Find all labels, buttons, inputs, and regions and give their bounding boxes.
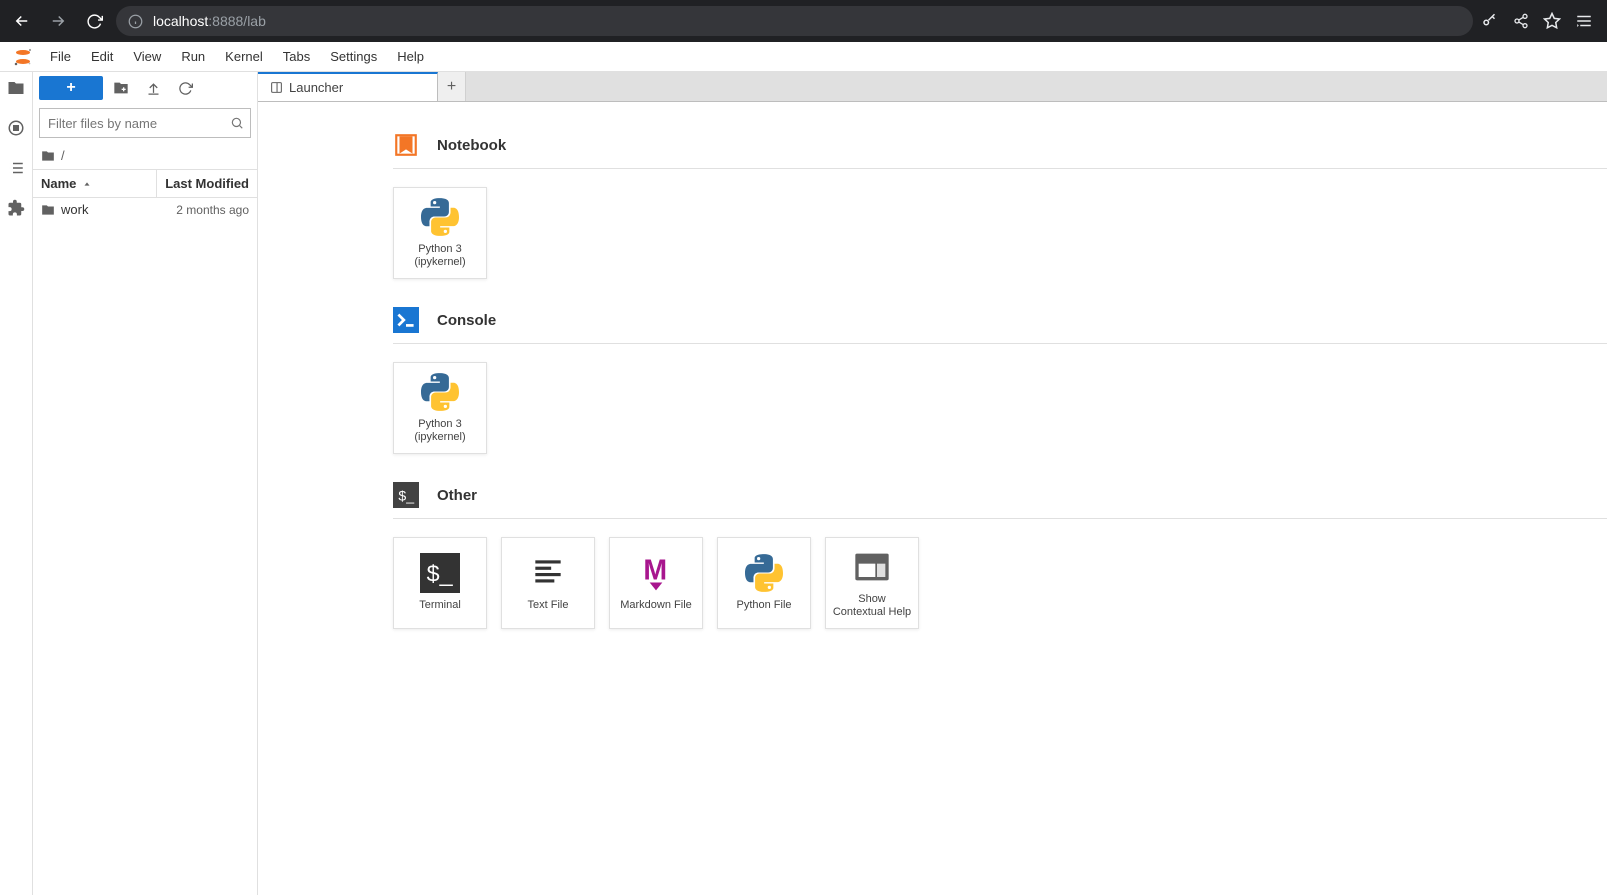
folder-icon <box>41 203 55 217</box>
python-icon <box>420 372 460 412</box>
menu-settings[interactable]: Settings <box>320 45 387 68</box>
site-info-icon[interactable] <box>128 14 143 29</box>
section-title: Other <box>437 487 477 504</box>
launcher-tab-icon <box>270 81 283 94</box>
file-list-header: Name Last Modified <box>33 169 257 198</box>
card-label: Python 3(ipykernel) <box>410 243 469 269</box>
reload-icon <box>86 13 103 30</box>
card-label: Text File <box>524 599 573 612</box>
menu-view[interactable]: View <box>123 45 171 68</box>
upload-button[interactable] <box>139 76 167 100</box>
file-modified: 2 months ago <box>176 203 249 217</box>
text-file-icon <box>528 553 568 593</box>
other-section-icon: $_ <box>393 482 419 508</box>
customize-icon[interactable] <box>1575 12 1593 30</box>
contextual-help-icon <box>852 547 892 587</box>
notebook-section-icon <box>393 132 419 158</box>
menu-help[interactable]: Help <box>387 45 434 68</box>
address-bar[interactable]: localhost:8888/lab <box>116 6 1473 36</box>
refresh-icon <box>178 81 193 96</box>
terminal-icon: $_ <box>420 553 460 593</box>
svg-text:$_: $_ <box>427 561 454 587</box>
file-browser-tab-icon[interactable] <box>6 78 26 98</box>
card-python3-notebook[interactable]: Python 3(ipykernel) <box>393 187 487 279</box>
new-launcher-button[interactable]: + <box>39 76 103 100</box>
svg-text:M: M <box>643 555 667 587</box>
bookmark-star-icon[interactable] <box>1543 12 1561 30</box>
launcher-body: Notebook Python 3(ipykernel) <box>258 102 1607 895</box>
reload-button[interactable] <box>80 7 108 35</box>
card-label: Terminal <box>415 599 465 612</box>
column-name[interactable]: Name <box>33 170 157 197</box>
new-folder-button[interactable] <box>107 76 135 100</box>
section-title: Console <box>437 312 496 329</box>
console-section-icon <box>393 307 419 333</box>
jupyter-menubar: File Edit View Run Kernel Tabs Settings … <box>0 42 1607 72</box>
markdown-icon: M <box>636 553 676 593</box>
filter-input[interactable] <box>48 116 224 131</box>
section-title: Notebook <box>437 137 506 154</box>
svg-text:$_: $_ <box>398 487 414 503</box>
section-notebook: Notebook Python 3(ipykernel) <box>393 132 1607 279</box>
browser-toolbar: localhost:8888/lab <box>0 0 1607 42</box>
tab-launcher[interactable]: Launcher <box>258 72 438 101</box>
sort-asc-icon <box>82 179 92 189</box>
card-label: Python 3(ipykernel) <box>410 418 469 444</box>
arrow-left-icon <box>13 12 31 30</box>
key-icon[interactable] <box>1481 12 1499 30</box>
menu-file[interactable]: File <box>40 45 81 68</box>
arrow-right-icon <box>49 12 67 30</box>
card-terminal[interactable]: $_ Terminal <box>393 537 487 629</box>
toc-tab-icon[interactable] <box>6 158 26 178</box>
menu-tabs[interactable]: Tabs <box>273 45 320 68</box>
card-contextual-help[interactable]: ShowContextual Help <box>825 537 919 629</box>
activity-bar <box>0 72 33 895</box>
share-icon[interactable] <box>1513 13 1529 29</box>
card-label: Python File <box>732 599 795 612</box>
extensions-tab-icon[interactable] <box>6 198 26 218</box>
card-python3-console[interactable]: Python 3(ipykernel) <box>393 362 487 454</box>
refresh-button[interactable] <box>171 76 199 100</box>
forward-button[interactable] <box>44 7 72 35</box>
menu-run[interactable]: Run <box>171 45 215 68</box>
file-row[interactable]: work 2 months ago <box>33 198 257 221</box>
card-label: Markdown File <box>616 599 696 612</box>
file-name: work <box>61 202 88 217</box>
python-icon <box>744 553 784 593</box>
file-browser-panel: + / Name Last Modified <box>33 72 258 895</box>
file-toolbar: + <box>33 72 257 104</box>
jupyter-logo-icon[interactable] <box>12 46 34 68</box>
menu-edit[interactable]: Edit <box>81 45 123 68</box>
menu-kernel[interactable]: Kernel <box>215 45 273 68</box>
running-sessions-tab-icon[interactable] <box>6 118 26 138</box>
section-console: Console Python 3(ipykernel) <box>393 307 1607 454</box>
browser-actions <box>1481 12 1599 30</box>
back-button[interactable] <box>8 7 36 35</box>
folder-icon <box>41 149 55 163</box>
card-markdown-file[interactable]: M Markdown File <box>609 537 703 629</box>
card-label: ShowContextual Help <box>829 593 915 619</box>
new-tab-button[interactable]: + <box>438 72 466 101</box>
python-icon <box>420 197 460 237</box>
tab-label: Launcher <box>289 80 343 95</box>
column-modified[interactable]: Last Modified <box>157 170 257 197</box>
search-icon <box>230 116 244 130</box>
tab-bar: Launcher + <box>258 72 1607 102</box>
card-python-file[interactable]: Python File <box>717 537 811 629</box>
url-text: localhost:8888/lab <box>153 13 266 29</box>
breadcrumb-path: / <box>61 148 65 163</box>
work-area: Launcher + Notebook Pytho <box>258 72 1607 895</box>
new-folder-icon <box>113 80 129 96</box>
breadcrumb[interactable]: / <box>33 142 257 169</box>
section-other: $_ Other $_ Terminal Te <box>393 482 1607 629</box>
upload-icon <box>146 81 161 96</box>
card-text-file[interactable]: Text File <box>501 537 595 629</box>
filter-input-wrapper[interactable] <box>39 108 251 138</box>
